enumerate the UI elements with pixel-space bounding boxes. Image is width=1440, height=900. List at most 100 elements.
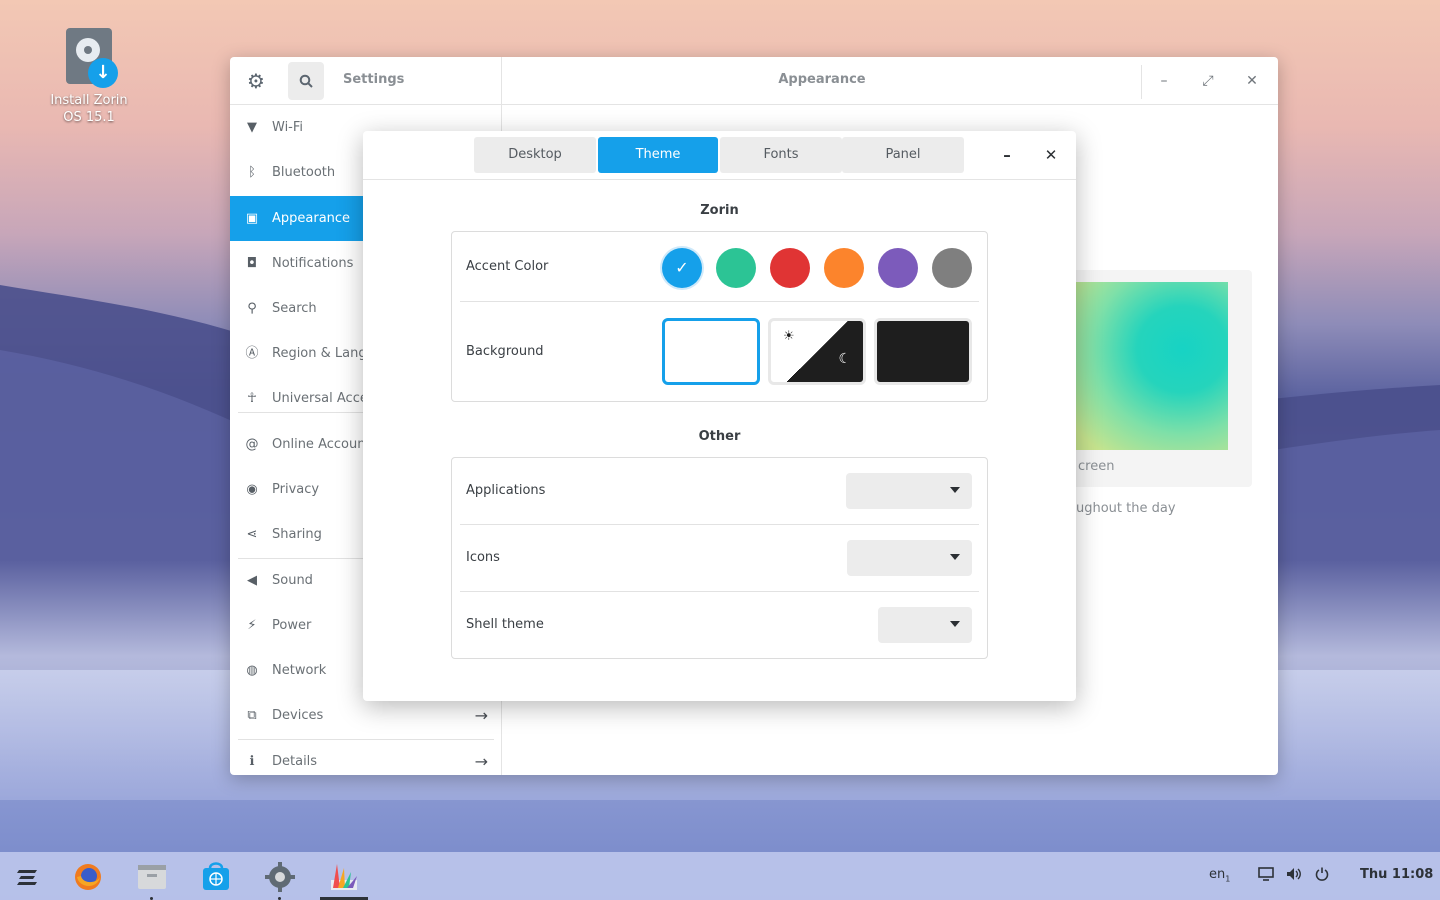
sound-icon: ◀ (247, 572, 257, 588)
chevron-down-icon (950, 621, 960, 627)
network-icon: ◍ (246, 662, 258, 678)
icons-label: Icons (466, 550, 500, 565)
search-icon: ⚲ (247, 300, 257, 316)
clock[interactable]: Thu 11:08 (1360, 867, 1433, 882)
keyboard-layout-indicator[interactable]: en1 (1209, 867, 1230, 884)
page-title: Appearance (778, 72, 866, 87)
desktop-icon-label: Install Zorin OS 15.1 (50, 93, 128, 125)
keyboard-layout-sub: 1 (1225, 874, 1231, 884)
background-option-dark[interactable] (874, 318, 972, 385)
screen-icon[interactable] (1258, 867, 1274, 885)
power-icon[interactable] (1315, 867, 1329, 885)
appearance-icon: ▣ (245, 210, 259, 226)
background-preview-image (1076, 282, 1228, 450)
details-icon: ℹ (249, 753, 255, 769)
sidebar-item-label: Privacy (272, 482, 320, 497)
tweaks-icon[interactable] (327, 860, 361, 894)
background-option-auto[interactable]: ☀ ☾ (768, 318, 866, 385)
region-icon: Ⓐ (245, 345, 259, 361)
chevron-down-icon (950, 487, 960, 493)
tab-desktop[interactable]: Desktop (474, 137, 596, 173)
accent-swatch-purple[interactable] (878, 248, 918, 288)
sidebar-item-details[interactable]: ℹ Details → (230, 739, 502, 775)
icons-dropdown[interactable] (847, 540, 972, 576)
accent-swatch-gray[interactable] (932, 248, 972, 288)
sidebar-item-label: Appearance (272, 211, 351, 226)
row-divider (460, 524, 979, 525)
zorin-appearance-window: Desktop Theme Fonts Panel – ✕ Zorin Acce… (363, 131, 1076, 701)
sidebar-item-label: Bluetooth (272, 165, 336, 180)
preview-description: ughout the day (1076, 501, 1176, 516)
arrow-right-icon: → (474, 706, 488, 725)
online-accounts-icon: @ (245, 436, 259, 452)
sidebar-item-label: Sharing (272, 527, 322, 542)
sidebar-item-label: Power (272, 618, 312, 633)
privacy-icon: ◉ (246, 481, 258, 497)
notifications-icon: ◘ (246, 255, 258, 271)
sidebar-item-label: Region & Lang (272, 346, 367, 361)
row-divider (460, 591, 979, 592)
minimize-button[interactable]: – (1152, 69, 1176, 93)
accessibility-icon: ☥ (247, 390, 257, 406)
tab-theme[interactable]: Theme (598, 137, 718, 173)
sidebar-item-label: Universal Acce (272, 391, 368, 406)
arrow-right-icon: → (474, 752, 488, 771)
accent-swatch-red[interactable] (770, 248, 810, 288)
applications-label: Applications (466, 483, 546, 498)
background-label: Background (466, 344, 544, 359)
accent-swatch-blue[interactable]: ✓ (662, 248, 702, 288)
sun-icon: ☀ (783, 329, 795, 344)
wifi-icon: ▼ (247, 119, 257, 135)
check-icon: ✓ (675, 258, 689, 277)
settings-title: Settings (343, 72, 405, 87)
close-button[interactable]: ✕ (1240, 69, 1264, 93)
close-button[interactable]: ✕ (1039, 143, 1063, 167)
search-button[interactable] (288, 62, 324, 100)
volume-icon[interactable] (1286, 867, 1302, 885)
minimize-button[interactable]: – (995, 143, 1019, 167)
bluetooth-icon: ᛒ (248, 164, 256, 180)
section-title-other: Other (698, 429, 741, 444)
gear-icon[interactable]: ⚙ (244, 69, 268, 93)
settings-header-right: Appearance – ⤢ ✕ (502, 57, 1278, 105)
settings-header-left: ⚙ Settings (230, 57, 502, 105)
chevron-down-icon (950, 554, 960, 560)
software-store-icon[interactable] (199, 860, 233, 894)
shell-theme-dropdown[interactable] (878, 607, 972, 643)
header-divider (1141, 65, 1142, 99)
search-icon (299, 74, 313, 88)
other-panel: Applications Icons Shell theme (451, 457, 988, 659)
sidebar-item-label: Devices (272, 708, 324, 723)
sharing-icon: ⋖ (246, 526, 258, 542)
settings-icon[interactable] (263, 860, 297, 894)
row-divider (460, 301, 979, 302)
accent-swatch-green[interactable] (716, 248, 756, 288)
devices-icon: ⧉ (247, 707, 257, 723)
sidebar-item-label: Wi-Fi (272, 120, 304, 135)
tab-panel[interactable]: Panel (842, 137, 964, 173)
preview-caption: creen (1078, 459, 1115, 474)
taskbar: en1 Thu 11:08 (0, 852, 1440, 900)
accent-color-label: Accent Color (466, 259, 549, 274)
applications-dropdown[interactable] (846, 473, 972, 509)
download-icon: ↓ (88, 58, 118, 88)
firefox-icon[interactable] (71, 860, 105, 894)
files-icon[interactable] (135, 860, 169, 894)
maximize-button[interactable]: ⤢ (1196, 69, 1220, 93)
sidebar-item-label: Sound (272, 573, 313, 588)
tab-fonts[interactable]: Fonts (720, 137, 842, 173)
moon-icon: ☾ (838, 351, 851, 367)
sidebar-item-label: Online Accoun (272, 437, 366, 452)
sidebar-item-label: Network (272, 663, 327, 678)
sidebar-item-label: Notifications (272, 256, 354, 271)
tweaks-header: Desktop Theme Fonts Panel – ✕ (363, 131, 1076, 180)
background-option-light[interactable] (662, 318, 760, 385)
keyboard-layout-label: en (1209, 867, 1226, 882)
power-icon: ⚡ (247, 617, 257, 633)
shell-theme-label: Shell theme (466, 617, 544, 632)
sidebar-item-label: Search (272, 301, 317, 316)
accent-swatch-orange[interactable] (824, 248, 864, 288)
zorin-menu-icon[interactable] (11, 860, 45, 894)
sidebar-item-label: Details (272, 754, 318, 769)
desktop-install-icon[interactable]: ↓ Install Zorin OS 15.1 (40, 28, 138, 126)
